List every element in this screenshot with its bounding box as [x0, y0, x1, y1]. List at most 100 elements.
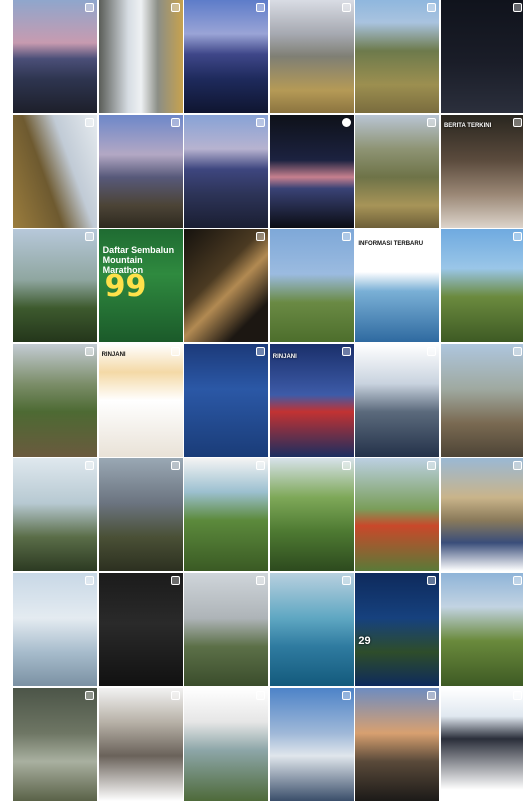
- carousel-icon: [85, 346, 94, 356]
- post-image: [13, 114, 97, 228]
- post-image: [184, 229, 269, 343]
- post-thumbnail[interactable]: [440, 343, 523, 457]
- post-thumbnail[interactable]: [184, 114, 269, 228]
- carousel-icon: [341, 461, 351, 471]
- carousel-icon: [256, 117, 266, 127]
- post-thumbnail[interactable]: RINJANI: [269, 343, 354, 457]
- post-thumbnail[interactable]: [184, 343, 269, 457]
- post-thumbnail[interactable]: [355, 687, 440, 801]
- post-thumbnail[interactable]: [184, 687, 269, 801]
- post-image: [440, 229, 523, 343]
- post-thumbnail[interactable]: [98, 114, 183, 228]
- post-image: [13, 343, 97, 457]
- post-image: [269, 0, 354, 113]
- post-thumbnail[interactable]: [13, 343, 97, 457]
- post-thumbnail[interactable]: [98, 572, 183, 686]
- post-image: [13, 572, 97, 686]
- poster-price: 99: [104, 269, 147, 305]
- post-thumbnail[interactable]: [269, 0, 354, 113]
- post-thumbnail[interactable]: 29: [355, 572, 440, 686]
- carousel-icon: [170, 3, 180, 12]
- carousel-icon: [256, 461, 266, 471]
- post-thumbnail[interactable]: [355, 343, 440, 457]
- post-thumbnail[interactable]: [269, 229, 354, 343]
- post-thumbnail[interactable]: [98, 687, 183, 801]
- post-caption-overlay: RINJANI: [101, 351, 126, 358]
- post-image: [355, 114, 440, 228]
- carousel-icon: [170, 461, 180, 471]
- post-image: [184, 458, 269, 572]
- post-image: [355, 0, 440, 113]
- post-caption-overlay: INFORMASI TERBARU: [358, 241, 424, 248]
- post-image: [98, 343, 183, 457]
- video-icon: [341, 117, 351, 127]
- post-thumbnail[interactable]: [440, 572, 523, 686]
- post-image: [440, 0, 523, 113]
- carousel-icon: [427, 575, 437, 585]
- post-thumbnail[interactable]: RINJANI: [98, 343, 183, 457]
- carousel-icon: [256, 575, 266, 585]
- post-thumbnail[interactable]: [355, 0, 440, 113]
- post-image: [440, 458, 523, 572]
- post-thumbnail[interactable]: BERITA TERKINI: [440, 114, 523, 228]
- carousel-icon: [427, 346, 437, 356]
- post-thumbnail[interactable]: [13, 572, 97, 686]
- carousel-icon: [512, 232, 522, 242]
- carousel-icon: [256, 346, 266, 356]
- post-thumbnail[interactable]: [13, 114, 97, 228]
- post-thumbnail[interactable]: [98, 458, 183, 572]
- post-thumbnail[interactable]: [184, 458, 269, 572]
- post-image: [269, 572, 354, 686]
- carousel-icon: [512, 575, 522, 585]
- post-image: [355, 458, 440, 572]
- post-image: [269, 687, 354, 801]
- post-image: [184, 343, 269, 457]
- carousel-icon: [427, 3, 437, 12]
- carousel-icon: [427, 690, 437, 700]
- post-thumbnail[interactable]: [269, 458, 354, 572]
- post-thumbnail[interactable]: Daftar Sembalun Mountain Marathon 99: [98, 229, 183, 343]
- post-image: [184, 572, 269, 686]
- post-thumbnail[interactable]: [184, 0, 269, 113]
- post-thumbnail[interactable]: [440, 458, 523, 572]
- post-thumbnail[interactable]: [98, 0, 183, 113]
- post-thumbnail[interactable]: [355, 114, 440, 228]
- post-image: [13, 0, 97, 113]
- carousel-icon: [256, 232, 266, 242]
- post-image: [269, 229, 354, 343]
- post-image: [184, 114, 269, 228]
- post-grid: BERITA TERKINI Daftar Sembalun Mountain M…: [13, 0, 523, 803]
- post-image: [269, 458, 354, 572]
- post-thumbnail[interactable]: [440, 0, 523, 113]
- post-image: [13, 687, 97, 801]
- post-caption-overlay: RINJANI: [272, 353, 297, 360]
- post-thumbnail[interactable]: [184, 572, 269, 686]
- carousel-icon: [170, 575, 180, 585]
- post-thumbnail[interactable]: INFORMASI TERBARU: [355, 229, 440, 343]
- post-thumbnail[interactable]: [440, 687, 523, 801]
- post-image: [98, 687, 183, 801]
- post-thumbnail[interactable]: [184, 229, 269, 343]
- post-thumbnail[interactable]: [355, 458, 440, 572]
- post-thumbnail[interactable]: [13, 687, 97, 801]
- post-image: [13, 458, 97, 572]
- post-thumbnail[interactable]: [269, 114, 354, 228]
- post-thumbnail[interactable]: [13, 0, 97, 113]
- carousel-icon: [85, 3, 94, 12]
- post-thumbnail[interactable]: [269, 687, 354, 801]
- carousel-icon: [427, 461, 437, 471]
- post-thumbnail[interactable]: [13, 458, 97, 572]
- post-thumbnail[interactable]: [440, 229, 523, 343]
- carousel-icon: [170, 117, 180, 127]
- carousel-icon: [512, 461, 522, 471]
- post-thumbnail[interactable]: [269, 572, 354, 686]
- post-image: [440, 572, 523, 686]
- post-thumbnail[interactable]: [13, 229, 97, 343]
- post-image: [269, 114, 354, 228]
- post-image: [355, 343, 440, 457]
- carousel-icon: [85, 575, 94, 585]
- carousel-icon: [85, 690, 94, 700]
- post-image: [440, 687, 523, 801]
- post-image: [98, 458, 183, 572]
- post-image: [355, 687, 440, 801]
